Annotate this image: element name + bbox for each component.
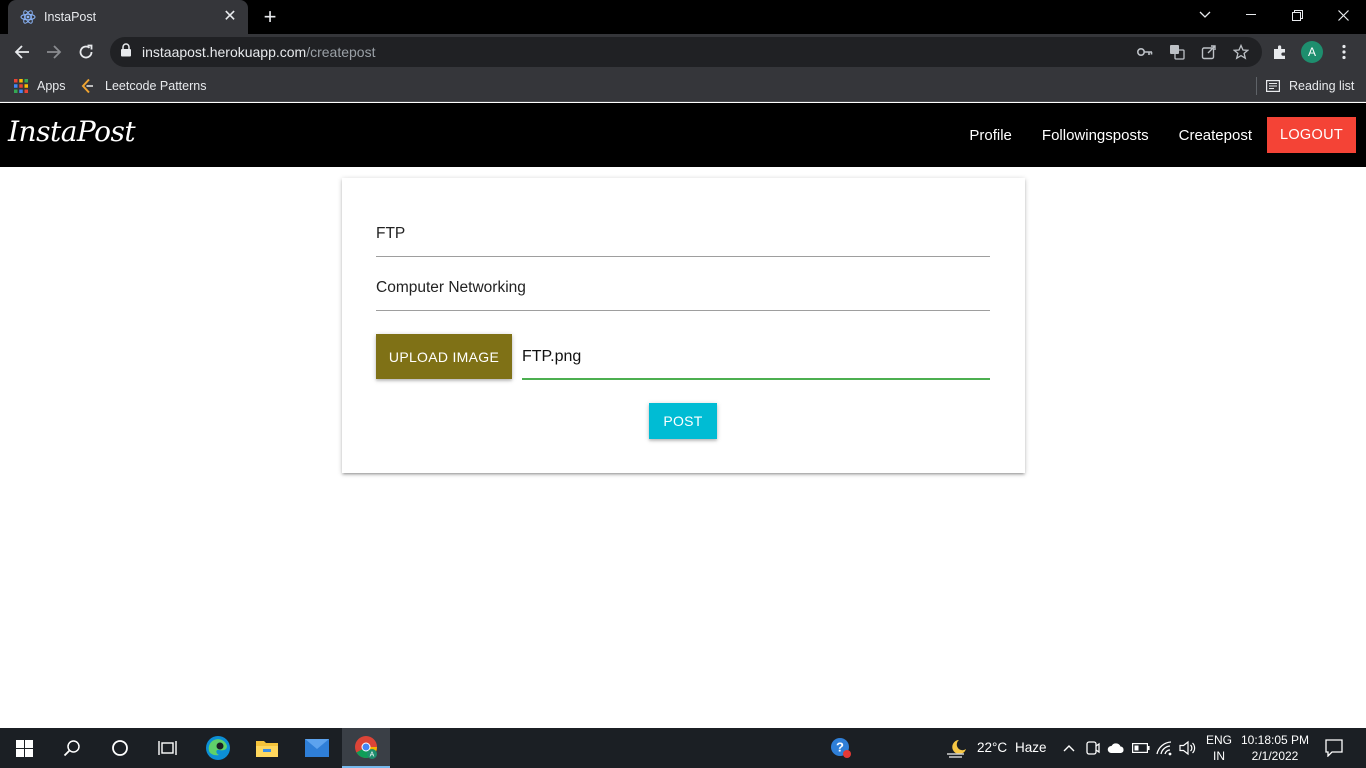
windows-taskbar: A ? 22°C Haze ENG IN 10:18:05 PM 2/1/202… — [0, 728, 1366, 768]
address-bar[interactable]: instaapost.herokuapp.com/createpost — [110, 37, 1262, 67]
minimize-button[interactable] — [1228, 0, 1274, 30]
nav-link-profile[interactable]: Profile — [969, 127, 1012, 144]
bookmark-label: Apps — [37, 79, 66, 93]
url-text: instaapost.herokuapp.com/createpost — [142, 44, 375, 60]
react-favicon-icon — [20, 9, 36, 25]
browser-toolbar: instaapost.herokuapp.com/createpost A — [0, 34, 1366, 70]
svg-text:?: ? — [836, 740, 844, 755]
show-hidden-icons-chevron-icon[interactable] — [1060, 739, 1078, 757]
cortana-icon[interactable] — [96, 728, 144, 768]
chrome-taskbar-icon[interactable]: A — [342, 728, 390, 768]
nav-links: Profile Followingsposts Createpost LOGOU… — [969, 103, 1356, 167]
clock-time: 10:18:05 PM — [1240, 733, 1310, 747]
post-button[interactable]: POST — [649, 403, 717, 439]
language-code: ENG — [1205, 733, 1232, 747]
volume-icon[interactable] — [1179, 739, 1197, 757]
translate-icon[interactable] — [1168, 43, 1186, 61]
tab-title: InstaPost — [44, 10, 97, 24]
title-input-value: FTP — [376, 224, 406, 242]
bookmark-leetcode-patterns[interactable]: Leetcode Patterns — [80, 76, 206, 96]
wifi-icon[interactable] — [1156, 739, 1174, 757]
reload-icon[interactable] — [74, 40, 98, 64]
bookmark-star-icon[interactable] — [1232, 43, 1250, 61]
search-icon[interactable] — [48, 728, 96, 768]
browser-tab[interactable]: InstaPost ✕ — [8, 0, 248, 34]
clock-date: 2/1/2022 — [1251, 749, 1299, 763]
url-host: instaapost.herokuapp.com — [142, 44, 307, 60]
svg-text:A: A — [370, 752, 375, 759]
mail-icon[interactable] — [293, 728, 341, 768]
meet-now-icon[interactable] — [1084, 739, 1102, 757]
windows-start-icon[interactable] — [0, 728, 48, 768]
tab-search-chevron-icon[interactable] — [1182, 0, 1228, 30]
browser-tab-strip: InstaPost ✕ + — [0, 0, 1366, 34]
battery-icon[interactable] — [1132, 739, 1150, 757]
close-window-button[interactable] — [1320, 0, 1366, 30]
help-notification-icon[interactable]: ? — [830, 737, 852, 759]
restore-button[interactable] — [1274, 0, 1320, 30]
weather-temp[interactable]: 22°C — [977, 740, 1007, 755]
apps-grid-icon — [14, 79, 28, 93]
nav-link-createpost[interactable]: Createpost — [1179, 127, 1252, 144]
file-path-input[interactable]: FTP.png — [522, 336, 990, 380]
region-code: IN — [1213, 749, 1225, 763]
forward-arrow-icon[interactable] — [42, 40, 66, 64]
back-arrow-icon[interactable] — [10, 40, 34, 64]
key-icon[interactable] — [1136, 43, 1154, 61]
app-navbar: InstaPost Profile Followingsposts Create… — [0, 103, 1366, 167]
tab-close-icon[interactable]: ✕ — [222, 9, 238, 25]
task-view-icon[interactable] — [144, 728, 192, 768]
profile-avatar[interactable]: A — [1301, 41, 1323, 63]
bookmarks-bar: Apps Leetcode Patterns Reading list — [0, 70, 1366, 102]
onedrive-cloud-icon[interactable] — [1107, 739, 1125, 757]
new-tab-button[interactable]: + — [258, 6, 282, 28]
logout-button[interactable]: LOGOUT — [1267, 117, 1356, 153]
lock-icon[interactable] — [120, 42, 132, 62]
body-input[interactable]: Computer Networking — [376, 265, 990, 311]
brand-logo[interactable]: InstaPost — [8, 115, 136, 148]
leetcode-icon — [80, 78, 96, 94]
bookmark-label: Leetcode Patterns — [105, 79, 207, 93]
browser-menu-icon[interactable] — [1335, 43, 1353, 61]
bookmark-apps[interactable]: Apps — [14, 76, 66, 96]
input-language[interactable]: ENG IN — [1203, 732, 1235, 764]
nav-link-followingsposts[interactable]: Followingsposts — [1042, 127, 1149, 144]
action-center-icon[interactable] — [1324, 738, 1344, 758]
title-input[interactable]: FTP — [376, 211, 990, 257]
extensions-puzzle-icon[interactable] — [1271, 43, 1289, 61]
reading-list-icon — [1266, 80, 1280, 92]
upload-image-button[interactable]: UPLOAD IMAGE — [376, 334, 512, 379]
body-input-value: Computer Networking — [376, 278, 526, 296]
url-path: /createpost — [306, 44, 376, 60]
weather-condition[interactable]: Haze — [1015, 740, 1047, 755]
create-post-card: FTP Computer Networking UPLOAD IMAGE FTP… — [342, 178, 1025, 473]
system-clock[interactable]: 10:18:05 PM 2/1/2022 — [1238, 732, 1312, 764]
reading-list-label: Reading list — [1289, 79, 1355, 93]
reading-list-button[interactable]: Reading list — [1266, 76, 1354, 96]
file-explorer-icon[interactable] — [243, 728, 291, 768]
bookmarks-divider — [1256, 77, 1257, 95]
edge-browser-icon[interactable] — [194, 728, 242, 768]
file-path-value: FTP.png — [522, 348, 582, 365]
share-icon[interactable] — [1200, 43, 1218, 61]
weather-moon-haze-icon[interactable] — [946, 737, 968, 759]
